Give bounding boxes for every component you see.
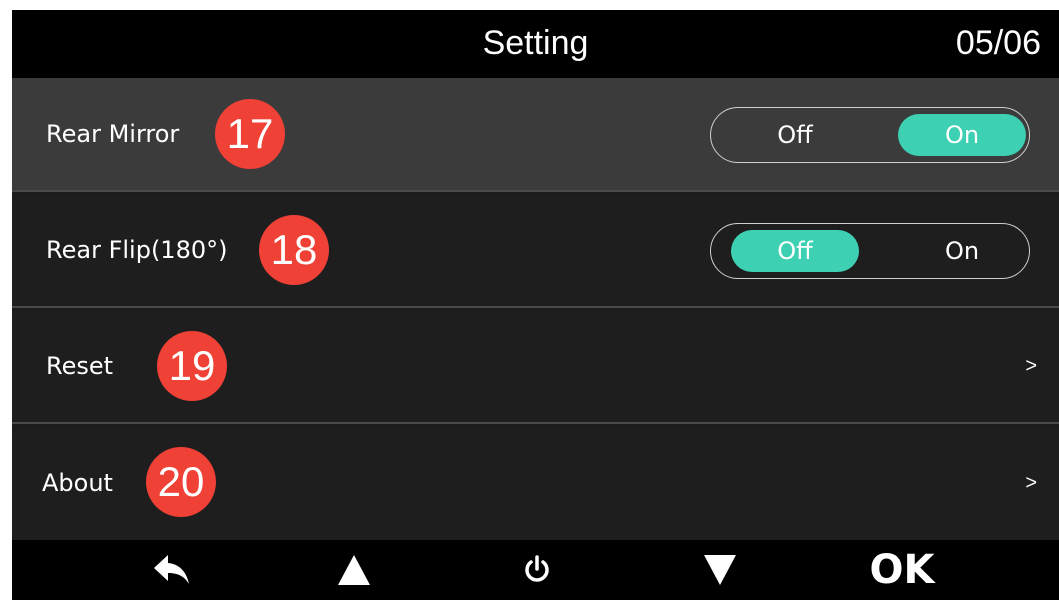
annotation-badge: 19 <box>157 331 227 401</box>
rear-mirror-toggle[interactable]: Off On <box>710 107 1030 163</box>
triangle-down-icon <box>704 555 736 585</box>
ok-button[interactable]: OK <box>862 540 942 600</box>
footer-nav: OK <box>12 540 1059 600</box>
page-title: Setting <box>482 24 589 62</box>
setting-row-about[interactable]: About 20 > <box>12 426 1059 540</box>
setting-row-reset[interactable]: Reset 19 > <box>12 310 1059 424</box>
setting-row-rear-mirror[interactable]: Rear Mirror 17 Off On <box>12 78 1059 192</box>
setting-label: About <box>42 469 113 497</box>
setting-label: Rear Flip(180°) <box>46 236 228 264</box>
toggle-option-off[interactable]: Off <box>731 230 859 272</box>
up-button[interactable] <box>314 540 394 600</box>
back-button[interactable] <box>132 540 212 600</box>
page-indicator: 05/06 <box>955 24 1041 62</box>
down-button[interactable] <box>680 540 760 600</box>
power-icon <box>525 555 549 582</box>
setting-label: Reset <box>46 352 114 380</box>
annotation-badge: 18 <box>259 215 329 285</box>
power-button[interactable] <box>497 540 577 600</box>
setting-label: Rear Mirror <box>46 120 180 148</box>
chevron-right-icon: > <box>1025 354 1037 377</box>
back-arrow-icon <box>154 555 189 584</box>
header-bar: Setting 05/06 <box>12 10 1059 78</box>
chevron-right-icon: > <box>1025 471 1037 494</box>
toggle-option-on[interactable]: On <box>898 230 1026 272</box>
setting-row-rear-flip[interactable]: Rear Flip(180°) 18 Off On <box>12 194 1059 308</box>
triangle-up-icon <box>338 555 370 585</box>
toggle-option-on[interactable]: On <box>898 114 1026 156</box>
annotation-badge: 20 <box>146 447 216 517</box>
rear-flip-toggle[interactable]: Off On <box>710 223 1030 279</box>
toggle-option-off[interactable]: Off <box>731 114 859 156</box>
annotation-badge: 17 <box>215 99 285 169</box>
device-screen: Setting 05/06 Rear Mirror 17 Off On Rear… <box>12 10 1059 600</box>
